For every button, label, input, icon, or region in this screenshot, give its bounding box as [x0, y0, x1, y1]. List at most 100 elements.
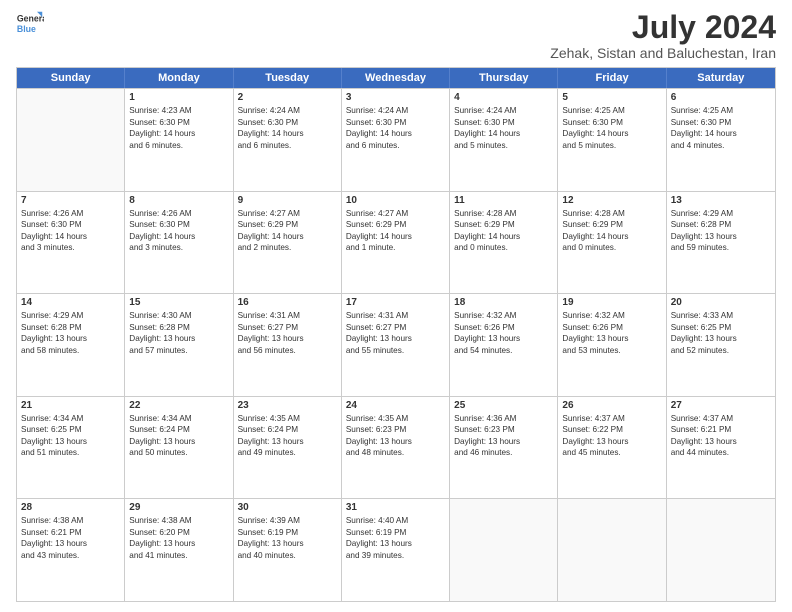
svg-text:General: General — [17, 13, 44, 23]
calendar-cell: 3Sunrise: 4:24 AMSunset: 6:30 PMDaylight… — [342, 89, 450, 191]
day-info: Sunrise: 4:33 AMSunset: 6:25 PMDaylight:… — [671, 310, 771, 356]
calendar-header-cell: Tuesday — [234, 68, 342, 88]
day-info: Sunrise: 4:24 AMSunset: 6:30 PMDaylight:… — [454, 105, 553, 151]
day-info: Sunrise: 4:26 AMSunset: 6:30 PMDaylight:… — [21, 208, 120, 254]
day-number: 25 — [454, 400, 553, 411]
calendar-week: 1Sunrise: 4:23 AMSunset: 6:30 PMDaylight… — [17, 88, 775, 191]
calendar-cell: 9Sunrise: 4:27 AMSunset: 6:29 PMDaylight… — [234, 192, 342, 294]
day-info: Sunrise: 4:25 AMSunset: 6:30 PMDaylight:… — [671, 105, 771, 151]
calendar-cell — [667, 499, 775, 601]
calendar-cell: 16 Sunrise: 4:31 AMSunset: 6:27 PMDayligh… — [234, 294, 342, 396]
day-info: Sunrise: 4:35 AMSunset: 6:24 PMDaylight:… — [238, 413, 337, 459]
day-info: Sunrise: 4:37 AMSunset: 6:21 PMDaylight:… — [671, 413, 771, 459]
day-number: 3 — [346, 92, 445, 103]
day-number: 14 — [21, 297, 120, 308]
day-info: Sunrise: 4:29 AMSunset: 6:28 PMDaylight:… — [21, 310, 120, 356]
svg-text:Blue: Blue — [17, 24, 36, 34]
day-number: 12 — [562, 195, 661, 206]
logo-icon: General Blue — [16, 10, 44, 38]
day-info: Sunrise: 4:23 AMSunset: 6:30 PMDaylight:… — [129, 105, 228, 151]
day-info: Sunrise: 4:36 AMSunset: 6:23 PMDaylight:… — [454, 413, 553, 459]
main-title: July 2024 — [550, 10, 776, 45]
day-number: 5 — [562, 92, 661, 103]
calendar-cell: 18 Sunrise: 4:32 AMSunset: 6:26 PMDayligh… — [450, 294, 558, 396]
calendar-cell: 20Sunrise: 4:33 AMSunset: 6:25 PMDayligh… — [667, 294, 775, 396]
calendar-cell: 4 Sunrise: 4:24 AMSunset: 6:30 PMDaylight… — [450, 89, 558, 191]
calendar-body: 1Sunrise: 4:23 AMSunset: 6:30 PMDaylight… — [17, 88, 775, 601]
day-info: Sunrise: 4:32 AMSunset: 6:26 PMDaylight:… — [454, 310, 553, 356]
day-number: 11 — [454, 195, 553, 206]
calendar-cell — [450, 499, 558, 601]
day-number: 23 — [238, 400, 337, 411]
day-number: 16 — [238, 297, 337, 308]
calendar-cell — [17, 89, 125, 191]
calendar-cell: 23 Sunrise: 4:35 AMSunset: 6:24 PMDayligh… — [234, 397, 342, 499]
day-info: Sunrise: 4:40 AMSunset: 6:19 PMDaylight:… — [346, 515, 445, 561]
day-number: 18 — [454, 297, 553, 308]
day-number: 13 — [671, 195, 771, 206]
calendar-cell: 17 Sunrise: 4:31 AMSunset: 6:27 PMDayligh… — [342, 294, 450, 396]
calendar: SundayMondayTuesdayWednesdayThursdayFrid… — [16, 67, 776, 602]
day-number: 22 — [129, 400, 228, 411]
calendar-header-cell: Monday — [125, 68, 233, 88]
title-block: July 2024 Zehak, Sistan and Baluchestan,… — [550, 10, 776, 61]
day-info: Sunrise: 4:35 AMSunset: 6:23 PMDaylight:… — [346, 413, 445, 459]
calendar-header-cell: Thursday — [450, 68, 558, 88]
day-info: Sunrise: 4:24 AMSunset: 6:30 PMDaylight:… — [238, 105, 337, 151]
calendar-cell: 10Sunrise: 4:27 AMSunset: 6:29 PMDayligh… — [342, 192, 450, 294]
calendar-cell — [558, 499, 666, 601]
day-info: Sunrise: 4:34 AMSunset: 6:25 PMDaylight:… — [21, 413, 120, 459]
day-number: 8 — [129, 195, 228, 206]
day-number: 31 — [346, 502, 445, 513]
day-info: Sunrise: 4:28 AMSunset: 6:29 PMDaylight:… — [454, 208, 553, 254]
day-info: Sunrise: 4:30 AMSunset: 6:28 PMDaylight:… — [129, 310, 228, 356]
day-info: Sunrise: 4:31 AMSunset: 6:27 PMDaylight:… — [346, 310, 445, 356]
calendar-cell: 2 Sunrise: 4:24 AMSunset: 6:30 PMDaylight… — [234, 89, 342, 191]
day-number: 28 — [21, 502, 120, 513]
calendar-cell: 5Sunrise: 4:25 AMSunset: 6:30 PMDaylight… — [558, 89, 666, 191]
page: General Blue July 2024 Zehak, Sistan and… — [0, 0, 792, 612]
calendar-cell: 21Sunrise: 4:34 AMSunset: 6:25 PMDayligh… — [17, 397, 125, 499]
day-number: 4 — [454, 92, 553, 103]
day-number: 6 — [671, 92, 771, 103]
logo: General Blue — [16, 10, 44, 38]
calendar-cell: 13 Sunrise: 4:29 AMSunset: 6:28 PMDayligh… — [667, 192, 775, 294]
day-info: Sunrise: 4:32 AMSunset: 6:26 PMDaylight:… — [562, 310, 661, 356]
calendar-cell: 6 Sunrise: 4:25 AMSunset: 6:30 PMDaylight… — [667, 89, 775, 191]
calendar-header-cell: Saturday — [667, 68, 775, 88]
subtitle: Zehak, Sistan and Baluchestan, Iran — [550, 45, 776, 61]
header: General Blue July 2024 Zehak, Sistan and… — [16, 10, 776, 61]
day-number: 29 — [129, 502, 228, 513]
day-info: Sunrise: 4:26 AMSunset: 6:30 PMDaylight:… — [129, 208, 228, 254]
day-number: 9 — [238, 195, 337, 206]
day-number: 24 — [346, 400, 445, 411]
calendar-cell: 24 Sunrise: 4:35 AMSunset: 6:23 PMDayligh… — [342, 397, 450, 499]
day-number: 2 — [238, 92, 337, 103]
day-info: Sunrise: 4:37 AMSunset: 6:22 PMDaylight:… — [562, 413, 661, 459]
day-info: Sunrise: 4:39 AMSunset: 6:19 PMDaylight:… — [238, 515, 337, 561]
calendar-cell: 30 Sunrise: 4:39 AMSunset: 6:19 PMDayligh… — [234, 499, 342, 601]
day-info: Sunrise: 4:38 AMSunset: 6:21 PMDaylight:… — [21, 515, 120, 561]
day-number: 19 — [562, 297, 661, 308]
calendar-cell: 14 Sunrise: 4:29 AMSunset: 6:28 PMDayligh… — [17, 294, 125, 396]
calendar-cell: 27 Sunrise: 4:37 AMSunset: 6:21 PMDayligh… — [667, 397, 775, 499]
day-number: 26 — [562, 400, 661, 411]
day-info: Sunrise: 4:31 AMSunset: 6:27 PMDaylight:… — [238, 310, 337, 356]
day-number: 27 — [671, 400, 771, 411]
day-info: Sunrise: 4:29 AMSunset: 6:28 PMDaylight:… — [671, 208, 771, 254]
calendar-cell: 25 Sunrise: 4:36 AMSunset: 6:23 PMDayligh… — [450, 397, 558, 499]
calendar-cell: 15Sunrise: 4:30 AMSunset: 6:28 PMDayligh… — [125, 294, 233, 396]
day-info: Sunrise: 4:34 AMSunset: 6:24 PMDaylight:… — [129, 413, 228, 459]
calendar-cell: 19 Sunrise: 4:32 AMSunset: 6:26 PMDayligh… — [558, 294, 666, 396]
calendar-cell: 11 Sunrise: 4:28 AMSunset: 6:29 PMDayligh… — [450, 192, 558, 294]
day-info: Sunrise: 4:38 AMSunset: 6:20 PMDaylight:… — [129, 515, 228, 561]
calendar-cell: 7Sunrise: 4:26 AMSunset: 6:30 PMDaylight… — [17, 192, 125, 294]
calendar-header-cell: Friday — [558, 68, 666, 88]
calendar-week: 7Sunrise: 4:26 AMSunset: 6:30 PMDaylight… — [17, 191, 775, 294]
calendar-cell: 26 Sunrise: 4:37 AMSunset: 6:22 PMDayligh… — [558, 397, 666, 499]
day-number: 17 — [346, 297, 445, 308]
day-number: 30 — [238, 502, 337, 513]
calendar-cell: 28 Sunrise: 4:38 AMSunset: 6:21 PMDayligh… — [17, 499, 125, 601]
calendar-cell: 29 Sunrise: 4:38 AMSunset: 6:20 PMDayligh… — [125, 499, 233, 601]
calendar-header-row: SundayMondayTuesdayWednesdayThursdayFrid… — [17, 68, 775, 88]
